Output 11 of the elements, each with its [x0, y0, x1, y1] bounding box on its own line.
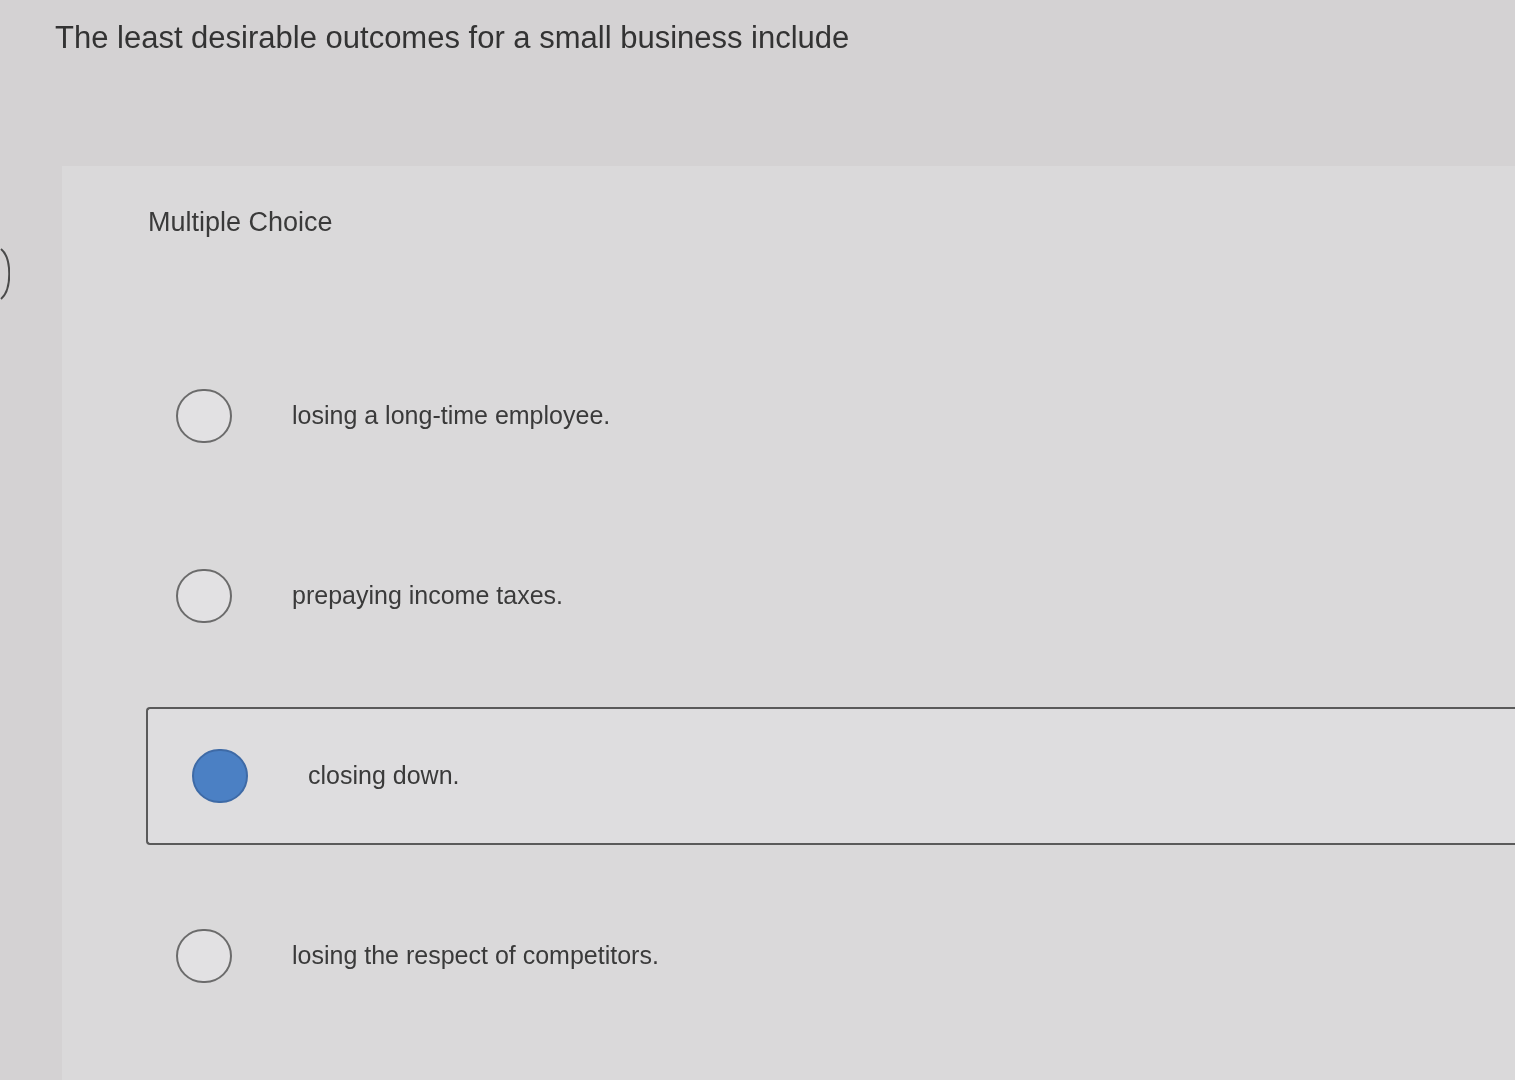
answer-option[interactable]: prepaying income taxes.	[176, 569, 563, 623]
radio-button[interactable]	[176, 929, 232, 983]
format-label: Multiple Choice	[148, 206, 333, 238]
answer-option[interactable]: losing a long-time employee.	[176, 389, 611, 443]
answer-option[interactable]: losing the respect of competitors.	[176, 929, 659, 983]
radio-button[interactable]	[176, 389, 232, 443]
question-text: The least desirable outcomes for a small business include	[55, 19, 850, 57]
radio-button[interactable]	[176, 569, 232, 623]
answer-option[interactable]: closing down.	[146, 707, 1515, 845]
radio-button[interactable]	[192, 749, 248, 803]
arc-icon	[0, 248, 10, 300]
